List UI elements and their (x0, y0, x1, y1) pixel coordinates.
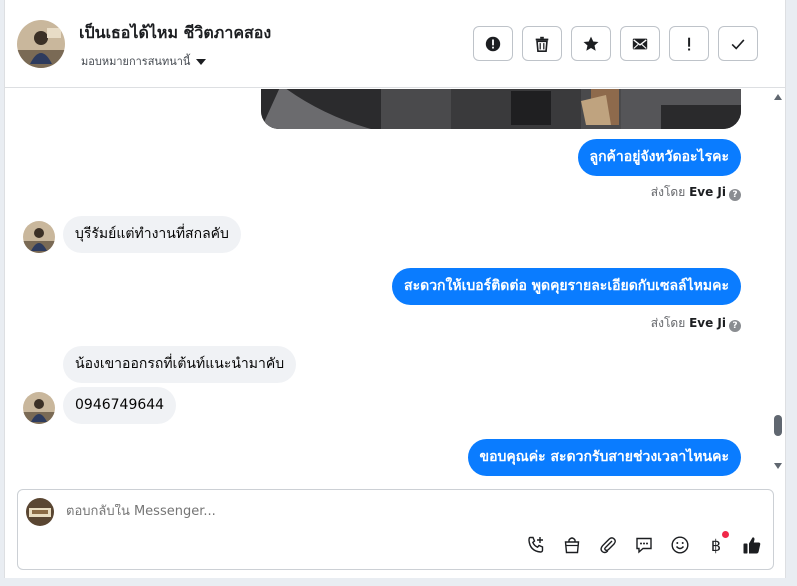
sent-by-prefix: ส่งโดย (650, 316, 686, 330)
scroll-thumb[interactable] (774, 415, 782, 436)
sent-by-prefix: ส่งโดย (650, 185, 686, 199)
scroll-up-icon[interactable] (774, 94, 782, 100)
message-bubble-outgoing[interactable]: ลูกค้าอยู่จังหวัดอะไรคะ (577, 139, 741, 176)
message-bubble-outgoing[interactable]: ขอบคุณค่ะ สะดวกรับสายช่วงเวลาไหนคะ (467, 439, 741, 476)
sent-by-label: ส่งโดย Eve Ji? (651, 314, 741, 333)
saved-replies-button[interactable] (633, 534, 655, 556)
assign-label: มอบหมายการสนทนานี้ (81, 55, 191, 68)
contact-avatar[interactable] (17, 20, 65, 68)
page-avatar (26, 498, 54, 526)
follow-up-button[interactable] (669, 26, 709, 61)
info-icon[interactable]: ? (729, 320, 741, 332)
conversation-panel: เป็นเธอได้ไหม ชีวิตภาคสอง มอบหมายการสนทน… (4, 0, 786, 578)
smiley-icon (671, 536, 689, 554)
sent-by-label: ส่งโดย Eve Ji? (651, 183, 741, 202)
sender-name: Eve Ji (689, 185, 726, 199)
phone-plus-icon (528, 536, 544, 553)
thumbs-up-icon (743, 537, 761, 554)
chat-bubble-icon (636, 537, 652, 554)
check-icon (731, 38, 745, 50)
contact-avatar-small[interactable] (23, 392, 55, 424)
message-bubble-outgoing[interactable]: สะดวกให้เบอร์ติดต่อ พูดคุยรายละเอียดกับเ… (392, 268, 741, 305)
delete-button[interactable] (522, 26, 562, 61)
attach-button[interactable] (597, 534, 619, 556)
star-button[interactable] (571, 26, 611, 61)
scroll-down-icon[interactable] (774, 463, 782, 469)
shared-photo-message[interactable] (261, 89, 741, 129)
reply-composer: ฿ (17, 489, 774, 570)
shopping-bag-icon (564, 537, 580, 554)
caret-down-icon (196, 59, 207, 65)
like-button[interactable] (741, 534, 763, 556)
thread-scrollbar[interactable] (771, 89, 785, 477)
payment-button[interactable]: ฿ (705, 531, 729, 556)
mark-done-button[interactable] (718, 26, 758, 61)
mark-unread-button[interactable] (620, 26, 660, 61)
spam-button[interactable] (473, 26, 513, 61)
shop-button[interactable] (561, 534, 583, 556)
contact-name: เป็นเธอได้ไหม ชีวิตภาคสอง (79, 23, 272, 42)
sender-name: Eve Ji (689, 316, 726, 330)
info-icon[interactable]: ? (729, 189, 741, 201)
emoji-button[interactable] (669, 534, 691, 556)
baht-icon: ฿ (710, 535, 722, 555)
message-thread[interactable]: ลูกค้าอยู่จังหวัดอะไรคะ ส่งโดย Eve Ji? บ… (5, 89, 775, 477)
notification-dot (722, 531, 729, 538)
message-bubble-incoming[interactable]: บุรีรัมย์แต่ทำงานที่สกลคับ (63, 216, 241, 253)
message-bubble-incoming[interactable]: 0946749644 (63, 387, 177, 424)
composer-tools: ฿ (525, 531, 763, 556)
paperclip-icon (600, 537, 616, 554)
exclamation-icon (688, 37, 691, 50)
trash-icon (535, 36, 549, 52)
call-button[interactable] (525, 534, 547, 556)
alert-icon (485, 36, 501, 51)
reply-input[interactable] (66, 504, 666, 519)
envelope-icon (632, 38, 648, 49)
contact-avatar-small[interactable] (23, 221, 55, 253)
assign-conversation-dropdown[interactable]: มอบหมายการสนทนานี้ (81, 52, 207, 70)
message-bubble-incoming[interactable]: น้องเขาออกรถที่เต้นท์แนะนำมาคับ (63, 346, 297, 383)
conversation-actions (473, 26, 758, 61)
conversation-header: เป็นเธอได้ไหม ชีวิตภาคสอง มอบหมายการสนทน… (5, 0, 785, 88)
star-icon (583, 36, 599, 51)
